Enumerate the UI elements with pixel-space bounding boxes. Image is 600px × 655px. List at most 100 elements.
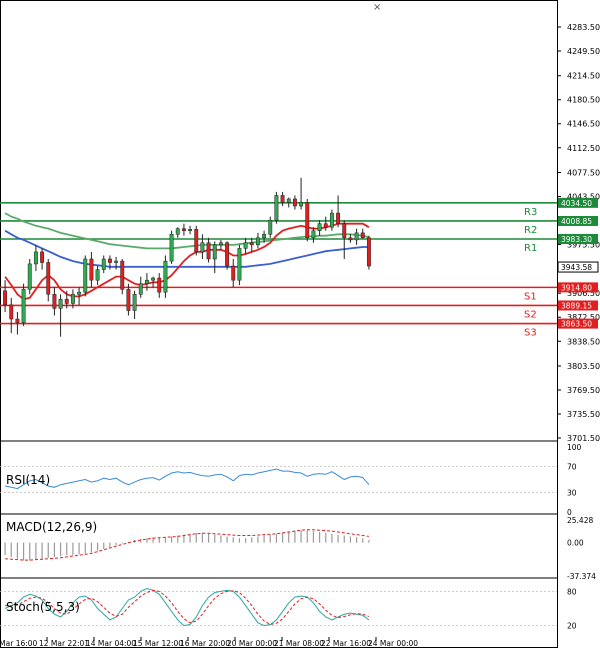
candle-body (348, 237, 353, 241)
stoch-tick-label: 80 (567, 587, 577, 596)
level-value-s1: 3914.80 (561, 283, 592, 292)
candle (274, 191, 279, 224)
candle-body (40, 251, 45, 263)
candle-body (114, 260, 119, 263)
close-icon[interactable]: × (373, 2, 381, 13)
candle-body (188, 229, 193, 231)
candle-body (323, 223, 328, 228)
candle (21, 283, 26, 327)
price-tick-label: 4283.50 (567, 23, 600, 32)
rsi-label: RSI(14) (6, 473, 50, 487)
candle-body (21, 289, 26, 323)
candle-body (163, 260, 168, 293)
candle-body (249, 242, 254, 246)
candle (163, 255, 168, 298)
candle-body (268, 219, 273, 235)
candle-body (3, 290, 8, 306)
candle-body (175, 228, 180, 235)
level-value-r3: 4034.50 (561, 199, 592, 208)
level-value-r1: 3983.30 (561, 235, 592, 244)
candle (169, 230, 174, 264)
price-tick-label: 3803.50 (567, 362, 600, 371)
candle-body (46, 262, 51, 295)
candle-body (194, 229, 199, 253)
price-tick-label: 3701.50 (567, 434, 600, 443)
time-tick-label: 12 Mar 22:01 (39, 639, 89, 648)
candle-body (181, 228, 186, 231)
candle-body (58, 298, 63, 309)
candle-body (317, 223, 322, 231)
level-value-r2: 4008.85 (561, 217, 592, 226)
candle-body (89, 258, 94, 281)
candle-body (360, 232, 365, 239)
candle-body (311, 230, 316, 239)
candle (83, 255, 88, 297)
candle-body (83, 258, 88, 293)
price-tick-label: 4112.50 (567, 144, 600, 153)
candle-body (70, 294, 75, 304)
candle-body (243, 242, 248, 249)
time-tick-label: 16 Mar 20:00 (180, 639, 230, 648)
level-name-s2: S2 (524, 309, 537, 320)
rsi-tick-label: 100 (567, 443, 582, 452)
candle (305, 198, 310, 242)
candle-body (169, 234, 174, 262)
level-name-s1: S1 (524, 291, 537, 302)
candle-body (286, 198, 291, 203)
level-name-s3: S3 (524, 328, 537, 339)
level-name-r3: R3 (524, 207, 537, 218)
candle (27, 258, 32, 295)
candle-body (336, 212, 341, 224)
time-axis: 2 Mar 16:0012 Mar 22:0114 Mar 04:0015 Ma… (0, 637, 418, 648)
price-tick-label: 4180.50 (567, 96, 600, 105)
time-tick-label: 14 Mar 04:00 (86, 639, 136, 648)
candle-body (101, 258, 106, 270)
candle-body (107, 258, 112, 263)
candle-body (126, 289, 131, 311)
price-tick-label: 4077.50 (567, 168, 600, 177)
time-tick-label: 24 Mar 00:00 (368, 639, 418, 648)
time-tick-label: 21 Mar 08:00 (274, 639, 324, 648)
candle-body (342, 223, 347, 239)
candle-body (33, 251, 38, 265)
candle-body (64, 298, 69, 304)
candle (120, 258, 125, 295)
rsi-tick-label: 70 (567, 463, 577, 472)
candle-body (144, 279, 149, 284)
candle-body (255, 237, 260, 246)
stoch-tick-label: 20 (567, 622, 577, 631)
price-tick-label: 3769.50 (567, 386, 600, 395)
candle-body (292, 198, 297, 207)
candle-body (95, 269, 100, 281)
current-price-tag: 3943.58 (557, 261, 599, 273)
candle-body (212, 244, 217, 260)
candle (366, 235, 371, 270)
stoch-label: Stoch(5,5,3) (6, 600, 80, 614)
candle-body (299, 202, 304, 207)
candle (237, 244, 242, 286)
candle-body (132, 294, 137, 311)
candle-body (366, 237, 371, 267)
rsi-tick-label: 30 (567, 489, 577, 498)
price-tick-label: 4249.50 (567, 47, 600, 56)
candle-body (138, 283, 143, 295)
level-name-r1: R1 (524, 243, 537, 254)
price-axis: 4283.50 4249.50 4214.50 4180.50 4146.50 4112.… (557, 23, 600, 443)
macd-tick-label: 0.00 (567, 539, 584, 548)
candle-body (27, 263, 32, 290)
macd-tick-label: 25.428 (567, 516, 593, 525)
price-tick-label: 4214.50 (567, 72, 600, 81)
candle-body (200, 242, 205, 253)
level-value-s3: 3863.50 (561, 320, 592, 329)
candle-body (225, 242, 230, 267)
time-tick-label: 22 Mar 16:00 (321, 639, 371, 648)
candle (194, 225, 199, 256)
candle-body (274, 195, 279, 221)
price-tick-label: 3735.50 (567, 410, 600, 419)
price-tick-label: 3838.50 (567, 337, 600, 346)
macd-tick-label: -37.374 (567, 572, 596, 581)
chart-root: × 4283.50 4249.50 4214.50 4180.50 4146.50 411… (0, 0, 600, 651)
time-tick-label: 20 Mar 00:00 (227, 639, 277, 648)
candle-body (262, 234, 267, 239)
candle-body (77, 291, 82, 295)
